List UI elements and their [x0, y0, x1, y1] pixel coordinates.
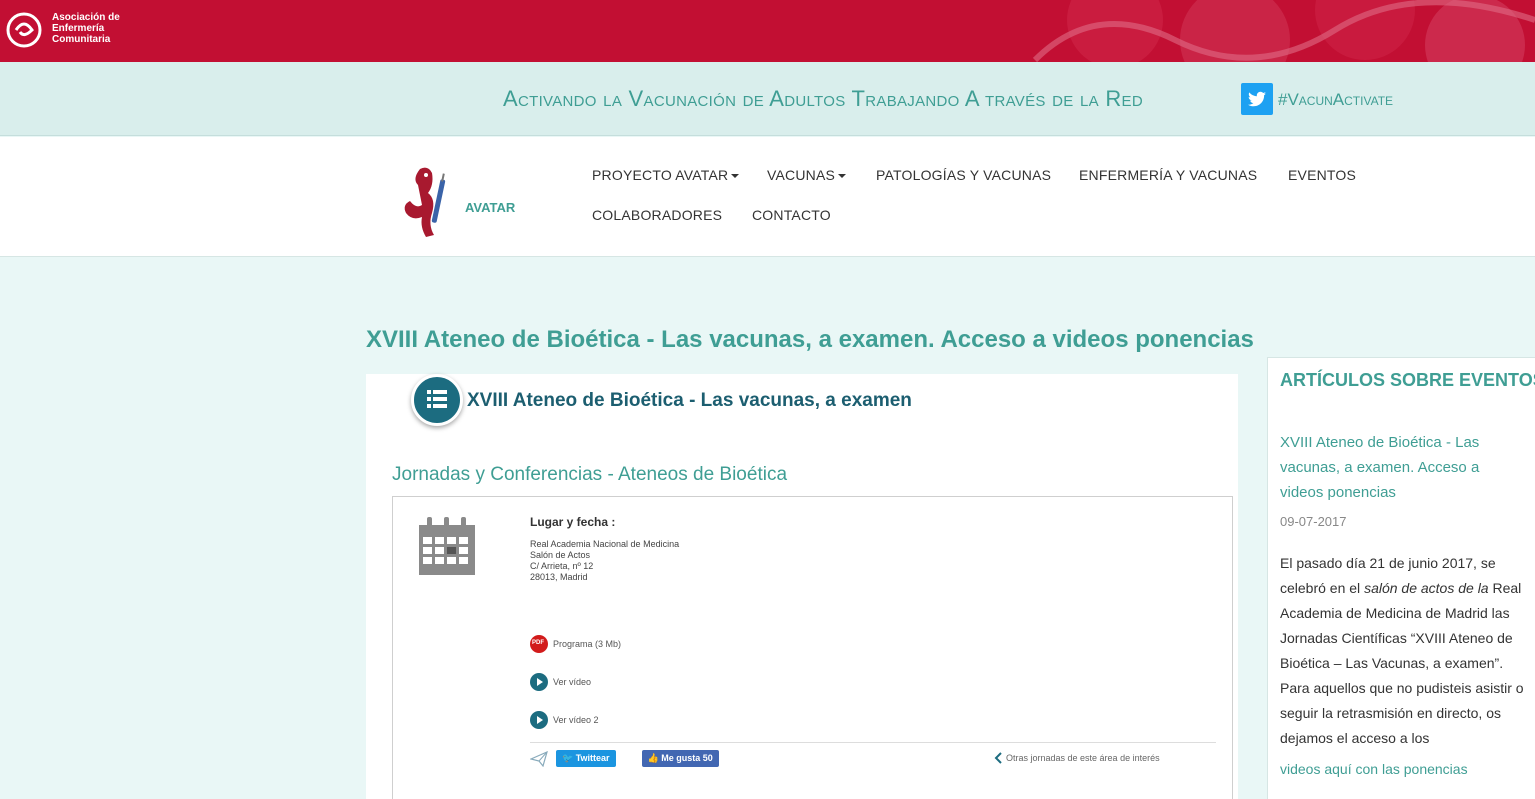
calendar-icon: [419, 517, 475, 575]
article-date: 09-07-2017: [1280, 514, 1347, 529]
play-icon: [530, 711, 548, 729]
ver-video-link[interactable]: Ver vídeo: [530, 673, 591, 691]
twitter-icon[interactable]: [1241, 83, 1273, 115]
address-line: 28013, Madrid: [530, 572, 588, 582]
hashtag-link[interactable]: #VacunActivate: [1278, 90, 1393, 110]
send-icon[interactable]: [530, 750, 548, 767]
place-date-label: Lugar y fecha :: [530, 515, 616, 529]
nav-item-label: VACUNAS: [767, 167, 836, 183]
org-logo-icon: [6, 12, 42, 48]
excerpt-part2: Real Academia de Medicina de Madrid las …: [1280, 580, 1524, 746]
org-name-line2: Enfermería: [52, 22, 105, 34]
card-subtitle: Jornadas y Conferencias - Ateneos de Bio…: [392, 464, 788, 485]
share-bar: 🐦 Twittear 👍 Me gusta 50: [530, 750, 719, 767]
pdf-icon: [530, 635, 548, 653]
nav-item-vacunas[interactable]: VACUNAS: [767, 167, 847, 183]
address-line: C/ Arrieta, nº 12: [530, 561, 594, 571]
chevron-down-icon: [731, 174, 740, 179]
event-card: XVIII Ateneo de Bioética - Las vacunas, …: [366, 374, 1238, 799]
other-events-label: Otras jornadas de este área de interés: [1006, 753, 1160, 763]
chevron-left-icon: [994, 752, 1002, 764]
nav-item-label: PROYECTO AVATAR: [592, 167, 729, 183]
list-icon: [411, 374, 463, 426]
org-name-line1: Asociación de: [52, 11, 120, 23]
article-excerpt: El pasado día 21 de junio 2017, se celeb…: [1280, 551, 1532, 751]
programa-pdf-link[interactable]: Programa (3 Mb): [530, 635, 621, 653]
nav-item-proyecto-avatar[interactable]: PROYECTO AVATAR: [592, 167, 740, 183]
videos-link[interactable]: videos aquí con las ponencias: [1280, 761, 1468, 777]
org-name: Asociación de Enfermería Comunitaria: [52, 12, 120, 45]
sidebar-article-link[interactable]: XVIII Ateneo de Bioética - Las vacunas, …: [1280, 430, 1520, 505]
address-line: Salón de Actos: [530, 550, 591, 560]
nav-item-eventos[interactable]: EVENTOS: [1288, 167, 1356, 183]
facebook-like-button[interactable]: 👍 Me gusta 50: [641, 750, 719, 767]
ver-video-2-link[interactable]: Ver vídeo 2: [530, 711, 599, 729]
avatar-mascot-logo[interactable]: [398, 165, 452, 239]
play-icon: [530, 673, 548, 691]
resource-label: Ver vídeo: [553, 677, 592, 687]
slogan-banner: Activando la Vacunación de Adultos Traba…: [0, 62, 1535, 136]
sidebar-heading: ARTÍCULOS SOBRE EVENTOS: [1280, 370, 1535, 390]
tweet-button[interactable]: 🐦 Twittear: [556, 750, 616, 767]
decorative-pattern: [1032, 0, 1535, 62]
top-bar: Asociación de Enfermería Comunitaria: [0, 0, 1535, 62]
divider: [530, 742, 1216, 743]
events-sidebar: ARTÍCULOS SOBRE EVENTOS XVIII Ateneo de …: [1267, 357, 1535, 799]
nav-item-contacto[interactable]: CONTACTO: [752, 207, 831, 223]
resource-label: Ver vídeo 2: [553, 715, 599, 725]
other-events-link[interactable]: Otras jornadas de este área de interés: [994, 752, 1160, 764]
nav-item-colaboradores[interactable]: COLABORADORES: [592, 207, 722, 223]
nav-item-enfermeria[interactable]: ENFERMERÍA Y VACUNAS: [1079, 167, 1257, 183]
page-title: XVIII Ateneo de Bioética - Las vacunas, …: [366, 326, 1254, 353]
excerpt-italic: salón de actos de la: [1364, 580, 1489, 596]
event-details-panel: Lugar y fecha : Real Academia Nacional d…: [392, 496, 1233, 799]
slogan-text: Activando la Vacunación de Adultos Traba…: [503, 86, 1143, 111]
resource-label: Programa (3 Mb): [553, 639, 622, 649]
tweet-label: Twittear: [575, 753, 610, 763]
site-name-link[interactable]: AVATAR: [465, 200, 515, 215]
chevron-down-icon: [838, 174, 847, 179]
address-line: Real Academia Nacional de Medicina: [530, 539, 680, 549]
main-navigation: AVATAR PROYECTO AVATAR VACUNAS PATOLOGÍA…: [0, 137, 1535, 257]
org-logo-link[interactable]: Asociación de Enfermería Comunitaria: [4, 8, 120, 48]
org-name-line3: Comunitaria: [52, 33, 111, 45]
card-title: XVIII Ateneo de Bioética - Las vacunas, …: [467, 390, 912, 411]
nav-item-patologias[interactable]: PATOLOGÍAS Y VACUNAS: [876, 167, 1051, 183]
event-address: Real Academia Nacional de Medicina Salón…: [530, 539, 679, 583]
like-label: Me gusta 50: [661, 753, 713, 763]
